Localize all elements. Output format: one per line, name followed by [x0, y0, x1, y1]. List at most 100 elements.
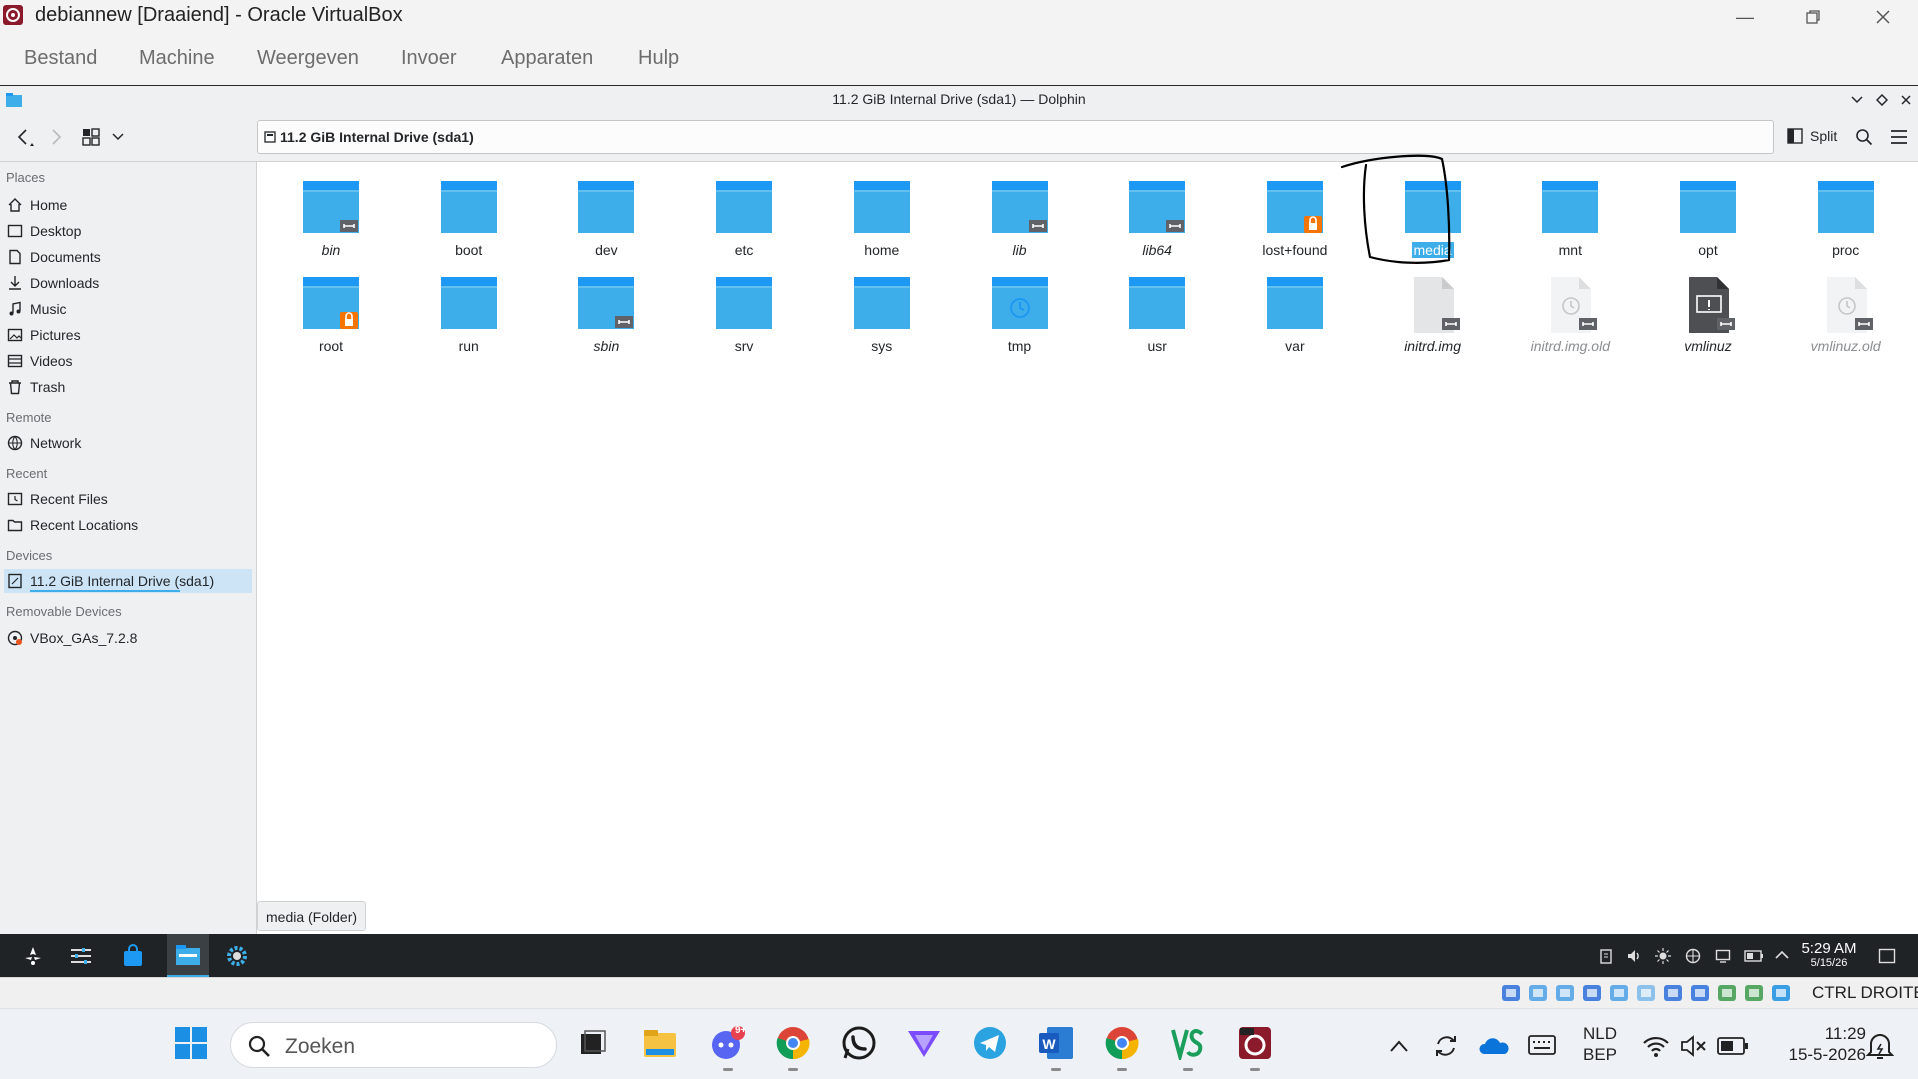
folder-item-srv[interactable]: srv: [684, 262, 804, 354]
folder-item-lib64[interactable]: lib64: [1097, 166, 1217, 258]
file-item-vmlinuz[interactable]: vmlinuz: [1648, 262, 1768, 354]
menu-bestand[interactable]: Bestand: [24, 47, 97, 70]
sidebar-item-music[interactable]: Music: [4, 297, 252, 321]
folder-item-etc[interactable]: etc: [684, 166, 804, 258]
sidebar-item-documents[interactable]: Documents: [4, 245, 252, 269]
volume-icon[interactable]: [1626, 948, 1642, 964]
folder-item-sbin[interactable]: sbin: [546, 262, 666, 354]
optical-drive-icon[interactable]: [1527, 982, 1549, 1004]
chevron-down-icon[interactable]: [112, 133, 124, 141]
back-arrow-icon[interactable]: [14, 127, 36, 147]
launcher-button[interactable]: [17, 941, 49, 971]
onedrive-icon[interactable]: [1478, 1035, 1510, 1057]
volume-muted-icon[interactable]: [1680, 1034, 1708, 1058]
chevron-up-icon[interactable]: [1775, 950, 1789, 960]
discover-button[interactable]: [117, 941, 149, 971]
menu-machine[interactable]: Machine: [139, 47, 215, 70]
split-button[interactable]: Split: [1787, 125, 1851, 149]
display-icon[interactable]: [1662, 982, 1684, 1004]
show-desktop-icon[interactable]: [1878, 947, 1896, 965]
audio-icon[interactable]: [1554, 982, 1576, 1004]
sidebar-item-trash[interactable]: Trash: [4, 375, 252, 399]
cpu-icon[interactable]: [1743, 982, 1765, 1004]
taskbar-search[interactable]: Zoeken: [230, 1022, 557, 1068]
folder-item-sys[interactable]: sys: [822, 262, 942, 354]
guest-clock[interactable]: 5:29 AM 5/15/26: [1798, 940, 1860, 970]
settings-task-button[interactable]: [221, 941, 253, 971]
sidebar-item-vbox-gas[interactable]: VBox_GAs_7.2.8: [4, 626, 252, 650]
keyboard-icon[interactable]: [1528, 1034, 1556, 1056]
file-explorer-button[interactable]: [638, 1021, 682, 1065]
sidebar-item-recent-files[interactable]: Recent Files: [4, 487, 252, 511]
veeam-button[interactable]: [1166, 1021, 1210, 1071]
folder-item-proc[interactable]: proc: [1786, 166, 1906, 258]
virtualbox-task-button[interactable]: [1233, 1021, 1277, 1071]
host-clock[interactable]: 11:29 15-5-2026: [1766, 1023, 1866, 1065]
sidebar-item-recent-locations[interactable]: Recent Locations: [4, 513, 252, 537]
folder-item-bin[interactable]: bin: [271, 166, 391, 258]
folder-item-tmp[interactable]: tmp: [960, 262, 1080, 354]
network-adapter-icon[interactable]: [1581, 982, 1603, 1004]
mouse-integration-icon[interactable]: [1716, 982, 1738, 1004]
menu-weergeven[interactable]: Weergeven: [257, 47, 359, 70]
folder-item-opt[interactable]: opt: [1648, 166, 1768, 258]
telegram-button[interactable]: [968, 1021, 1012, 1065]
wifi-icon[interactable]: [1642, 1034, 1670, 1058]
usb-icon[interactable]: [1608, 982, 1630, 1004]
menu-apparaten[interactable]: Apparaten: [501, 47, 593, 70]
chevron-up-icon[interactable]: [1390, 1040, 1408, 1052]
close-icon[interactable]: [1900, 94, 1912, 106]
sidebar-item-home[interactable]: Home: [4, 193, 252, 217]
task-view-button[interactable]: [570, 1021, 614, 1065]
clipboard-icon[interactable]: [1598, 948, 1614, 964]
keyboard-capture-icon[interactable]: [1770, 982, 1792, 1004]
chrome-profile-button[interactable]: [1100, 1021, 1144, 1071]
word-button[interactable]: W: [1034, 1021, 1078, 1071]
sidebar-item-pictures[interactable]: Pictures: [4, 323, 252, 347]
folder-item-usr[interactable]: usr: [1097, 262, 1217, 354]
sidebar-item-network[interactable]: Network: [4, 431, 252, 455]
folder-item-root[interactable]: root: [271, 262, 391, 354]
brightness-icon[interactable]: [1655, 948, 1671, 964]
menu-hulp[interactable]: Hulp: [638, 47, 679, 70]
system-settings-panel-button[interactable]: [65, 941, 97, 971]
sidebar-item-downloads[interactable]: Downloads: [4, 271, 252, 295]
sync-icon[interactable]: [1432, 1032, 1460, 1060]
dolphin-task-button[interactable]: [167, 934, 209, 977]
discord-button[interactable]: 9+: [706, 1021, 750, 1071]
location-bar[interactable]: 11.2 GiB Internal Drive (sda1): [257, 120, 1774, 154]
file-item-vmlinuz-old[interactable]: vmlinuz.old: [1786, 262, 1906, 354]
maximize-icon[interactable]: [1876, 94, 1888, 106]
battery-icon[interactable]: [1744, 948, 1764, 964]
sidebar-item-internal-drive[interactable]: 11.2 GiB Internal Drive (sda1): [4, 569, 252, 593]
shared-folder-icon[interactable]: [1635, 982, 1657, 1004]
input-language[interactable]: NLD BEP: [1572, 1023, 1628, 1065]
folder-item-run[interactable]: run: [409, 262, 529, 354]
search-icon[interactable]: [1855, 128, 1873, 146]
view-mode-icon[interactable]: [82, 128, 100, 146]
folder-item-boot[interactable]: boot: [409, 166, 529, 258]
folder-item-mnt[interactable]: mnt: [1510, 166, 1630, 258]
close-button[interactable]: [1848, 0, 1918, 34]
notification-bell-icon[interactable]: [1866, 1031, 1894, 1061]
file-item-initrd-img-old[interactable]: initrd.img.old: [1510, 262, 1630, 354]
chrome-button[interactable]: [771, 1021, 815, 1071]
recording-icon[interactable]: [1689, 982, 1711, 1004]
folder-item-dev[interactable]: dev: [546, 166, 666, 258]
folder-item-lib[interactable]: lib: [960, 166, 1080, 258]
sidebar-item-desktop[interactable]: Desktop: [4, 219, 252, 243]
network-icon[interactable]: [1685, 948, 1701, 964]
hard-disk-icon[interactable]: [1500, 982, 1522, 1004]
forward-arrow-icon[interactable]: [46, 127, 66, 147]
device-notifier-icon[interactable]: [1715, 948, 1731, 964]
sidebar-item-videos[interactable]: Videos: [4, 349, 252, 373]
restore-button[interactable]: [1778, 0, 1848, 34]
menu-invoer[interactable]: Invoer: [401, 47, 457, 70]
battery-icon[interactable]: [1717, 1036, 1749, 1056]
hamburger-menu-icon[interactable]: [1890, 129, 1908, 145]
minimize-button[interactable]: —: [1710, 0, 1780, 34]
file-view[interactable]: bin boot dev etc home lib lib64 lost+found media…: [257, 154, 1918, 934]
chevron-down-icon[interactable]: [1851, 95, 1863, 105]
proton-vpn-button[interactable]: [902, 1021, 946, 1065]
folder-item-home[interactable]: home: [822, 166, 942, 258]
